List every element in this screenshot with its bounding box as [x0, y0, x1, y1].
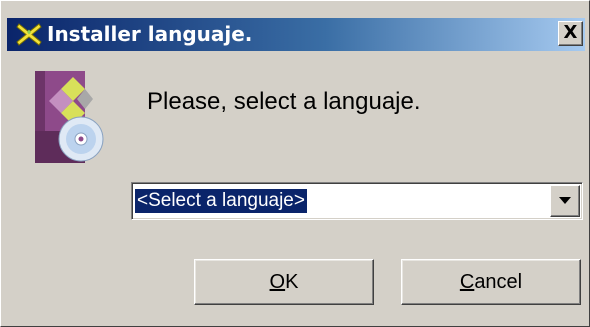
prompt-text: Please, select a languaje.: [147, 88, 421, 115]
installer-language-dialog: Installer languaje. X Please, select a l…: [0, 0, 590, 327]
language-select[interactable]: <Select a languaje>: [131, 182, 583, 220]
cancel-accelerator: C: [459, 271, 475, 293]
close-button[interactable]: X: [558, 21, 583, 46]
ok-accelerator: O: [269, 271, 286, 293]
dropdown-button[interactable]: [550, 185, 580, 217]
cancel-button[interactable]: Cancel: [401, 259, 581, 305]
installer-x-icon: [16, 22, 42, 47]
chevron-down-icon: [559, 197, 571, 204]
language-select-value: <Select a languaje>: [135, 189, 307, 213]
install-package-cd-icon: [31, 71, 107, 167]
ok-button[interactable]: OK: [194, 259, 374, 305]
title-bar[interactable]: Installer languaje. X: [7, 18, 585, 51]
ok-label-rest: K: [285, 271, 299, 293]
window-title: Installer languaje.: [47, 22, 253, 46]
cancel-label-rest: ancel: [474, 271, 523, 293]
